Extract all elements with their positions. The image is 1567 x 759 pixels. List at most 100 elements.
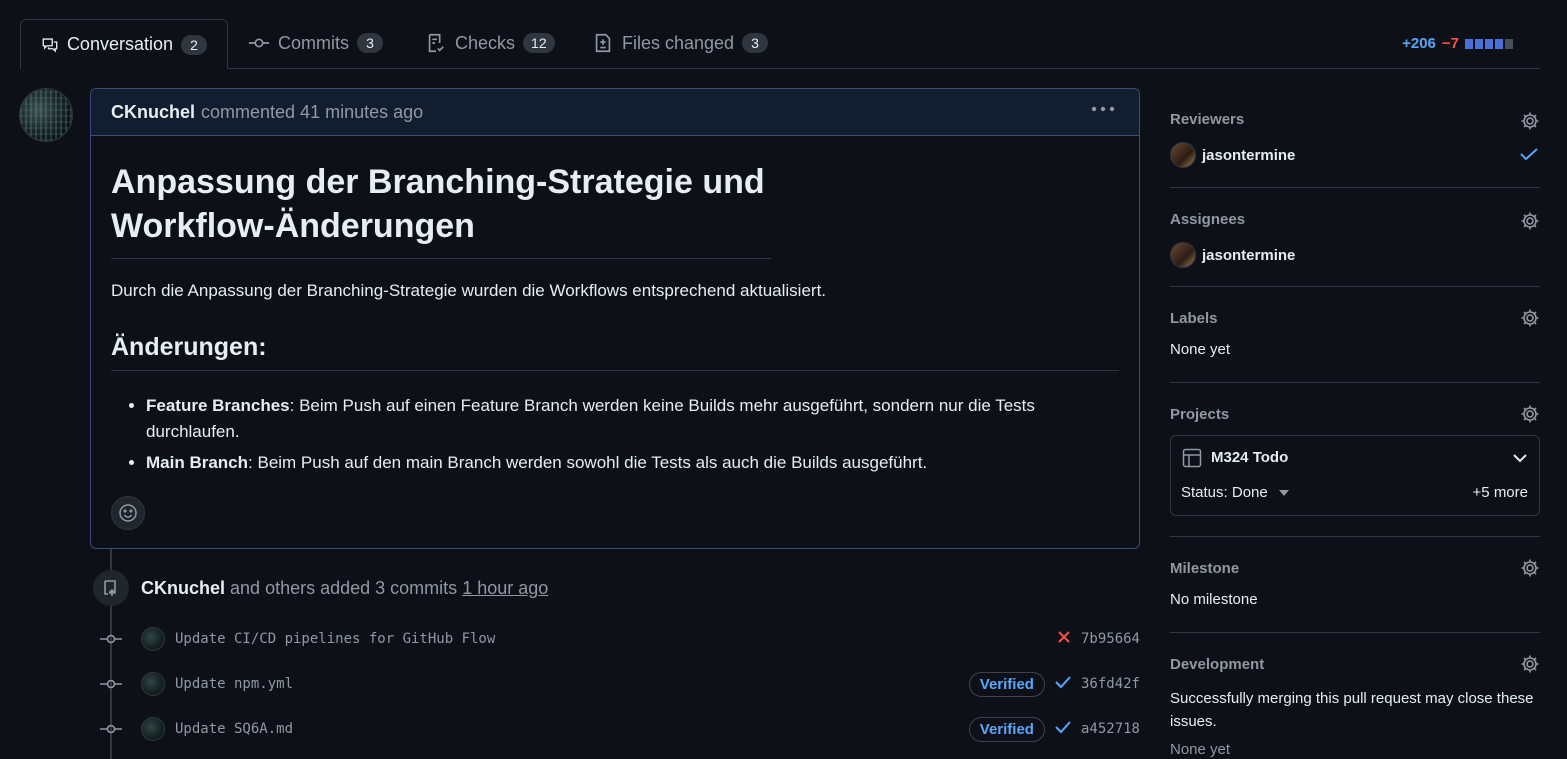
assignees-title[interactable]: Assignees (1170, 211, 1540, 228)
commit-message[interactable]: Update SQ6A.md (175, 721, 293, 737)
git-commit-icon (100, 724, 122, 734)
list-item-strong: Feature Branches (146, 396, 290, 415)
sidebar-assignees: Assignees jasontermine (1170, 211, 1540, 268)
verified-badge[interactable]: Verified (968, 671, 1045, 697)
divider (1170, 382, 1540, 383)
x-icon[interactable] (1057, 630, 1071, 649)
list-item-text: : Beim Push auf den main Branch werden s… (248, 453, 928, 472)
push-event: CKnuchel and others added 3 commits 1 ho… (141, 578, 548, 599)
development-title[interactable]: Development (1170, 656, 1540, 673)
repo-push-icon (93, 570, 129, 606)
comment-author[interactable]: CKnuchel (111, 102, 195, 123)
tab-files-changed[interactable]: Files changed 3 (572, 19, 788, 67)
tab-count: 2 (181, 34, 207, 55)
commit-author-avatar[interactable] (141, 627, 165, 651)
kebab-menu-icon[interactable] (1091, 103, 1115, 114)
check-icon[interactable] (1055, 675, 1071, 694)
milestone-value: No milestone (1170, 591, 1258, 608)
projects-title[interactable]: Projects (1170, 406, 1540, 423)
diffstat-blocks (1465, 38, 1513, 49)
development-value: Successfully merging this pull request m… (1170, 690, 1534, 730)
chevron-down-icon[interactable] (1513, 453, 1527, 463)
sidebar-development: Development Successfully merging this pu… (1170, 654, 1540, 758)
avatar (1170, 242, 1196, 268)
reviewers-title[interactable]: Reviewers (1170, 111, 1540, 128)
gear-icon[interactable] (1520, 558, 1540, 578)
sidebar-projects: Projects (1170, 404, 1540, 424)
commit-message[interactable]: Update npm.yml (175, 676, 293, 692)
tab-label: Checks (455, 32, 516, 53)
author-avatar[interactable] (19, 88, 73, 142)
changes-list: Feature Branches: Beim Push auf einen Fe… (111, 393, 1119, 476)
tab-conversation[interactable]: Conversation 2 (20, 19, 228, 69)
changes-heading: Änderungen: (111, 333, 1119, 371)
list-item-strong: Main Branch (146, 453, 249, 472)
gear-icon[interactable] (1520, 654, 1540, 674)
labels-title[interactable]: Labels (1170, 310, 1540, 327)
sidebar-reviewers: Reviewers jasontermine (1170, 111, 1540, 168)
commit-row: Update CI/CD pipelines for GitHub Flow 7… (100, 624, 1140, 654)
gear-icon[interactable] (1520, 111, 1540, 131)
push-text: and others added 3 commits (230, 578, 458, 598)
commit-author-avatar[interactable] (141, 672, 165, 696)
diffstat-block (1465, 38, 1473, 49)
tab-label: Commits (278, 32, 349, 53)
smiley-icon (119, 504, 137, 522)
push-time[interactable]: 1 hour ago (462, 578, 548, 598)
divider (1170, 536, 1540, 537)
diffstat-deletions: −7 (1441, 35, 1459, 52)
project-card: M324 Todo Status: Done +5 more (1170, 435, 1540, 516)
commit-sha[interactable]: a452718 (1081, 721, 1140, 737)
commit-sha[interactable]: 7b95664 (1081, 631, 1140, 647)
milestone-title[interactable]: Milestone (1170, 560, 1540, 577)
project-name[interactable]: M324 Todo (1211, 449, 1288, 466)
gear-icon[interactable] (1520, 211, 1540, 231)
tab-count: 12 (523, 33, 555, 53)
commit-message[interactable]: Update CI/CD pipelines for GitHub Flow (175, 631, 495, 647)
reviewer-user[interactable]: jasontermine (1170, 142, 1540, 168)
push-author[interactable]: CKnuchel (141, 578, 225, 598)
comment-discussion-icon (42, 37, 58, 53)
file-diff-icon (595, 33, 611, 53)
development-sub: None yet (1170, 741, 1231, 758)
diffstat-additions: +206 (1402, 35, 1436, 52)
project-status[interactable]: Status: Done (1181, 484, 1268, 501)
list-item: Feature Branches: Beim Push auf einen Fe… (146, 393, 1119, 445)
tab-label: Files changed (622, 32, 735, 53)
commit-row: Update npm.yml Verified 36fd42f (100, 669, 1140, 699)
project-more-link[interactable]: +5 more (1473, 484, 1528, 501)
diffstat: +206 −7 (1402, 35, 1513, 52)
pr-description-title: Anpassung der Branching-Strategie und Wo… (111, 160, 771, 259)
diffstat-block (1505, 38, 1513, 49)
sidebar-milestone: Milestone No milestone (1170, 558, 1540, 608)
tab-count: 3 (357, 33, 383, 53)
triangle-down-icon[interactable] (1279, 490, 1289, 496)
pr-description-comment: CKnuchel commented 41 minutes ago Anpass… (90, 88, 1140, 549)
verified-badge[interactable]: Verified (968, 716, 1045, 742)
commit-sha[interactable]: 36fd42f (1081, 676, 1140, 692)
comment-meta[interactable]: commented 41 minutes ago (201, 102, 423, 123)
diffstat-block (1475, 38, 1483, 49)
gear-icon[interactable] (1520, 308, 1540, 328)
assignee-user[interactable]: jasontermine (1170, 242, 1540, 268)
add-reaction-button[interactable] (111, 496, 145, 530)
check-icon[interactable] (1055, 720, 1071, 739)
tab-checks[interactable]: Checks 12 (405, 19, 575, 67)
tab-commits[interactable]: Commits 3 (228, 19, 403, 67)
commit-author-avatar[interactable] (141, 717, 165, 741)
tab-count: 3 (742, 33, 769, 53)
list-item: Main Branch: Beim Push auf den main Bran… (146, 450, 1119, 476)
comment-header: CKnuchel commented 41 minutes ago (91, 89, 1139, 136)
assignee-name[interactable]: jasontermine (1202, 247, 1295, 264)
sidebar-labels: Labels None yet (1170, 308, 1540, 358)
git-commit-icon (100, 634, 122, 644)
diffstat-block (1495, 38, 1503, 49)
avatar (1170, 142, 1196, 168)
reviewer-name[interactable]: jasontermine (1202, 147, 1295, 164)
pr-description-intro: Durch die Anpassung der Branching-Strate… (111, 281, 827, 300)
check-icon (1520, 148, 1538, 161)
divider (1170, 632, 1540, 633)
pr-tab-bar: Conversation 2 Commits 3 Checks 12 Files… (20, 0, 1540, 69)
labels-value: None yet (1170, 341, 1231, 358)
gear-icon[interactable] (1520, 404, 1540, 424)
